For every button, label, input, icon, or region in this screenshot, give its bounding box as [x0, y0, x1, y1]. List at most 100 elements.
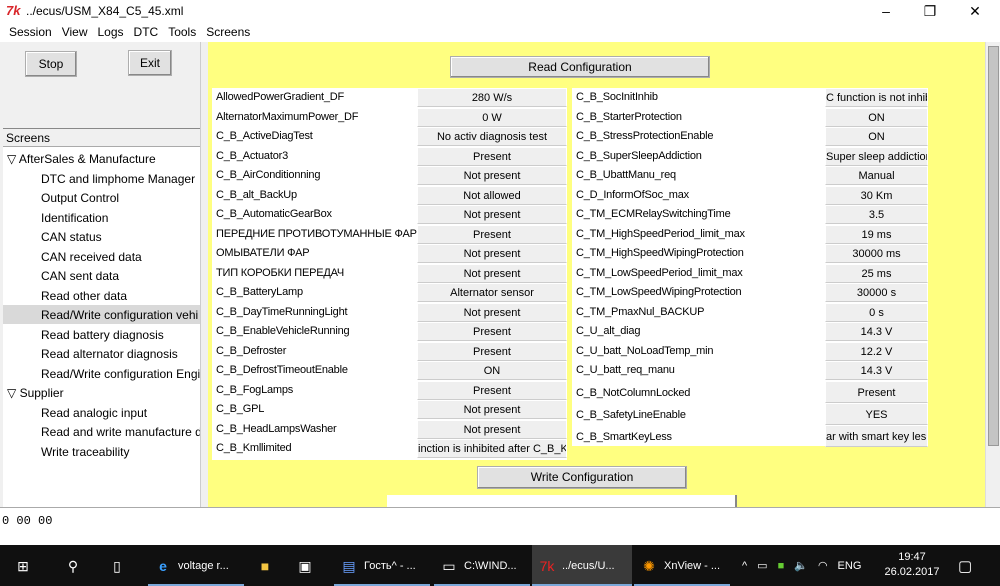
- taskbar-item-ddt[interactable]: 7k ../ecus/U...: [532, 545, 632, 586]
- tree-item[interactable]: CAN received data: [3, 247, 200, 266]
- expand-arrow-icon[interactable]: ▽: [7, 152, 19, 166]
- menu-logs[interactable]: Logs: [93, 22, 129, 42]
- log-output[interactable]: 0 00 00: [0, 507, 1000, 545]
- config-value[interactable]: Present: [825, 380, 928, 403]
- menu-tools[interactable]: Tools: [163, 22, 201, 42]
- config-value[interactable]: 30 Km: [825, 185, 928, 205]
- tree-item[interactable]: Read alternator diagnosis: [3, 344, 200, 363]
- stop-button[interactable]: Stop: [25, 51, 77, 77]
- search-button[interactable]: ⚲: [58, 545, 88, 586]
- config-value[interactable]: Not present: [417, 166, 567, 185]
- config-value[interactable]: Present: [417, 322, 567, 341]
- tree-item[interactable]: Read other data: [3, 286, 200, 305]
- taskbar-item-xnview[interactable]: ✺ XnView - ...: [634, 545, 730, 586]
- config-value[interactable]: 30000 ms: [825, 244, 928, 263]
- tree-item[interactable]: Read analogic input: [3, 403, 200, 422]
- config-value[interactable]: 3.5: [825, 205, 928, 224]
- config-value[interactable]: ON: [825, 127, 928, 146]
- tree-item[interactable]: ▽ AfterSales & Manufacture: [3, 149, 200, 168]
- tree-item[interactable]: Read and write manufacture d: [3, 422, 200, 441]
- config-value[interactable]: Super sleep addiction: [825, 146, 928, 166]
- tree-item[interactable]: Output Control: [3, 188, 200, 207]
- write-configuration-button[interactable]: Write Configuration: [477, 466, 687, 489]
- config-value[interactable]: Not present: [417, 244, 567, 263]
- taskbar-explorer[interactable]: ■: [250, 545, 280, 586]
- config-value[interactable]: Not present: [417, 419, 567, 439]
- tree-item[interactable]: Read/Write configuration vehi: [3, 305, 200, 324]
- config-label: C_B_DefrostTimeoutEnable: [216, 364, 348, 376]
- config-value[interactable]: Not allowed: [417, 185, 567, 205]
- menu-session[interactable]: Session: [4, 22, 57, 42]
- config-value[interactable]: 0 s: [825, 302, 928, 322]
- close-button[interactable]: ✕: [955, 0, 995, 22]
- taskbar-item-cmd[interactable]: ▭ C:\WIND...: [434, 545, 530, 586]
- chevron-up-icon[interactable]: ^: [742, 560, 747, 572]
- config-value[interactable]: No activ diagnosis test: [417, 127, 567, 146]
- config-value[interactable]: 19 ms: [825, 224, 928, 244]
- taskbar-item-edge[interactable]: e voltage r...: [148, 545, 244, 586]
- config-row: C_B_SocInitInhib C function is not inhibi: [572, 88, 928, 108]
- wifi-icon[interactable]: ◠: [818, 559, 828, 572]
- config-value[interactable]: YES: [825, 402, 928, 425]
- start-button[interactable]: ⊞: [8, 545, 38, 586]
- config-row: C_B_Actuator3 Present: [212, 146, 567, 167]
- exit-button[interactable]: Exit: [128, 50, 172, 76]
- scroll-thumb[interactable]: [988, 46, 999, 446]
- config-label: ПЕРЕДНИЕ ПРОТИВОТУМАННЫЕ ФАРЫ: [216, 227, 427, 240]
- config-value[interactable]: 14.3 V: [825, 322, 928, 341]
- task-view-button[interactable]: ▯: [102, 545, 132, 586]
- tree-item[interactable]: Read battery diagnosis: [3, 325, 200, 344]
- config-value[interactable]: Manual: [825, 166, 928, 185]
- config-value[interactable]: Present: [417, 341, 567, 361]
- config-value[interactable]: 14.3 V: [825, 361, 928, 380]
- tree-item-label: CAN status: [41, 230, 102, 244]
- config-value[interactable]: Present: [417, 146, 567, 166]
- menu-dtc[interactable]: DTC: [129, 22, 164, 42]
- config-value[interactable]: Not present: [417, 302, 567, 322]
- tree-item[interactable]: CAN status: [3, 227, 200, 246]
- language-indicator[interactable]: ENG: [838, 560, 862, 572]
- menu-view[interactable]: View: [57, 22, 93, 42]
- config-value[interactable]: Not present: [417, 205, 567, 224]
- config-value[interactable]: ON: [417, 361, 567, 380]
- vertical-scrollbar[interactable]: [985, 42, 1000, 507]
- notifications-icon[interactable]: ▢: [958, 557, 972, 575]
- security-icon[interactable]: ■: [778, 560, 785, 572]
- expand-arrow-icon[interactable]: ▽: [7, 386, 20, 400]
- config-value[interactable]: Not present: [417, 400, 567, 419]
- pane-splitter[interactable]: [200, 42, 208, 507]
- clock[interactable]: 19:47 26.02.2017: [882, 550, 942, 580]
- title-bar: 7k ../ecus/USM_X84_C5_45.xml – ❐ ✕: [0, 0, 1000, 22]
- taskbar-item-guest[interactable]: ▤ Гость^ - ...: [334, 545, 430, 586]
- read-configuration-button[interactable]: Read Configuration: [450, 56, 710, 78]
- tree-item-label: CAN received data: [41, 249, 142, 264]
- config-value[interactable]: C function is not inhibi: [825, 88, 928, 107]
- config-value[interactable]: inction is inhibited after C_B_Km: [417, 439, 567, 458]
- config-value[interactable]: Alternator sensor: [417, 283, 567, 302]
- config-value[interactable]: 12.2 V: [825, 341, 928, 361]
- maximize-button[interactable]: ❐: [910, 0, 950, 22]
- tree-item[interactable]: Read/Write configuration Engi: [3, 364, 200, 383]
- menu-screens[interactable]: Screens: [201, 22, 255, 42]
- tree-item[interactable]: ▽ Supplier: [3, 383, 200, 402]
- config-row: C_B_StarterProtection ON: [572, 107, 928, 128]
- config-value[interactable]: Not present: [417, 263, 567, 283]
- config-value[interactable]: 280 W/s: [417, 88, 567, 107]
- config-row: C_B_HeadLampsWasher Not present: [212, 419, 567, 440]
- config-value[interactable]: Present: [417, 380, 567, 400]
- minimize-button[interactable]: –: [866, 0, 906, 22]
- config-row: C_TM_PmaxNul_BACKUP 0 s: [572, 302, 928, 323]
- config-value[interactable]: 0 W: [417, 107, 567, 127]
- config-value[interactable]: 30000 s: [825, 283, 928, 302]
- taskbar-store[interactable]: ▣: [290, 545, 320, 586]
- config-value[interactable]: 25 ms: [825, 263, 928, 283]
- config-value[interactable]: ar with smart key les:: [825, 424, 928, 447]
- config-value[interactable]: ON: [825, 107, 928, 127]
- tree-item[interactable]: DTC and limphome Manager: [3, 169, 200, 188]
- volume-icon[interactable]: 🔈: [794, 559, 808, 572]
- tree-item[interactable]: CAN sent data: [3, 266, 200, 285]
- tree-item[interactable]: Identification: [3, 208, 200, 227]
- battery-icon[interactable]: ▭: [757, 559, 767, 572]
- config-value[interactable]: Present: [417, 224, 567, 244]
- tree-item[interactable]: Write traceability: [3, 442, 200, 461]
